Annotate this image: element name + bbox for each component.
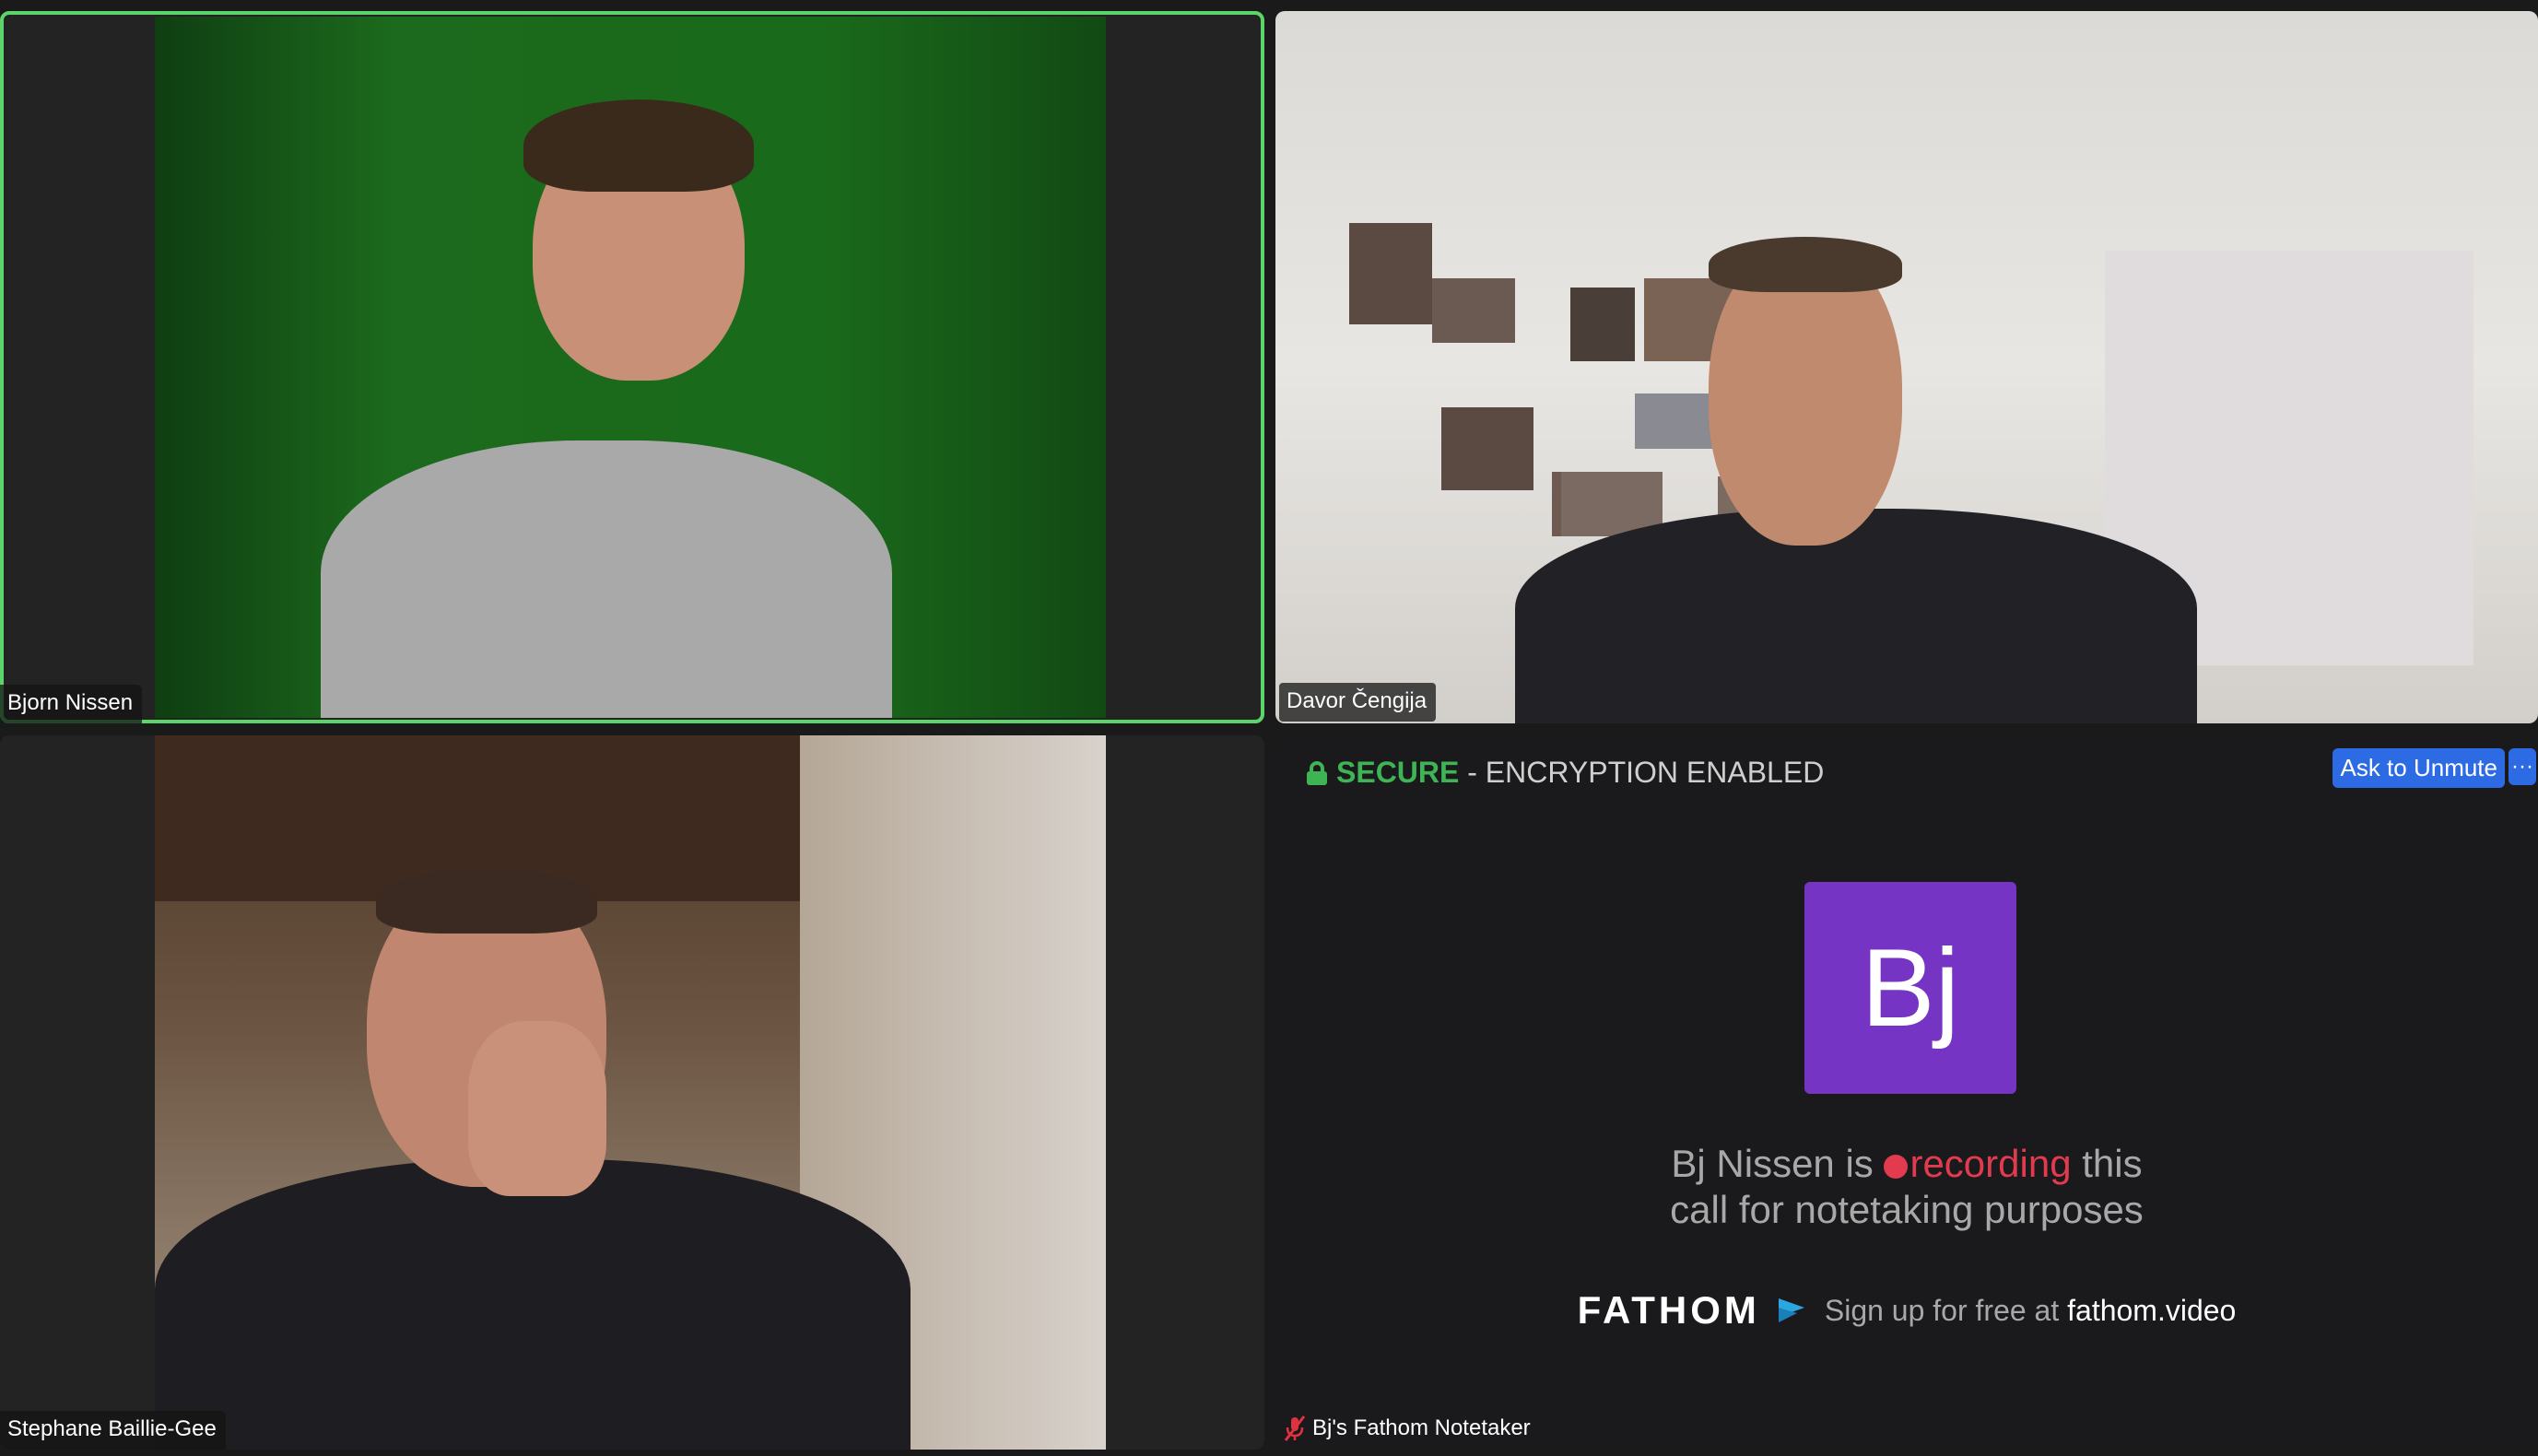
recording-line2: call for notetaking purposes [1670, 1188, 2144, 1231]
video-feed [155, 17, 1106, 718]
video-tile-notetaker[interactable]: SECURE - ENCRYPTION ENABLED Ask to Unmut… [1275, 735, 2538, 1450]
fathom-promo: FATHOM Sign up for free at fathom.video [1275, 1288, 2538, 1333]
separator: - [1459, 756, 1486, 789]
signup-link[interactable]: fathom.video [2067, 1294, 2236, 1327]
participant-name: Bj's Fathom Notetaker [1312, 1415, 1531, 1440]
fathom-logo-icon [1778, 1298, 1804, 1322]
recording-notice: Bj Nissen is recording this call for not… [1275, 1141, 2538, 1233]
participant-label: Bj's Fathom Notetaker [1275, 1409, 1540, 1450]
participant-name: Davor Čengija [1279, 683, 1437, 722]
secure-label: SECURE [1336, 756, 1460, 789]
video-feed [155, 735, 1106, 1450]
ask-to-unmute-button[interactable]: Ask to Unmute [2332, 748, 2505, 788]
recording-line1-prefix: Bj Nissen is [1671, 1142, 1885, 1185]
participant-name: Bjorn Nissen [0, 685, 143, 723]
video-tile-stephane[interactable]: Stephane Baillie-Gee [0, 735, 1264, 1450]
recording-line1-suffix: this [2071, 1142, 2143, 1185]
participant-name: Stephane Baillie-Gee [0, 1411, 226, 1450]
gallery-view: Bjorn Nissen Davor Čengija Stephane Bail… [0, 0, 2538, 1456]
encryption-status: SECURE - ENCRYPTION ENABLED [1307, 756, 1824, 790]
mic-off-icon [1284, 1415, 1306, 1441]
video-tile-bjorn[interactable]: Bjorn Nissen [0, 11, 1264, 723]
video-feed [1275, 11, 2538, 723]
fathom-brand: FATHOM [1577, 1288, 1760, 1332]
video-tile-davor[interactable]: Davor Čengija [1275, 11, 2538, 723]
encryption-text: ENCRYPTION ENABLED [1485, 756, 1825, 789]
recording-word: recording [1909, 1142, 2072, 1185]
lock-icon [1307, 760, 1327, 785]
signup-text: Sign up for free at [1824, 1293, 2068, 1327]
recording-dot-icon [1884, 1154, 1909, 1179]
more-icon[interactable]: ··· [2509, 748, 2536, 785]
avatar: Bj [1804, 882, 2016, 1094]
